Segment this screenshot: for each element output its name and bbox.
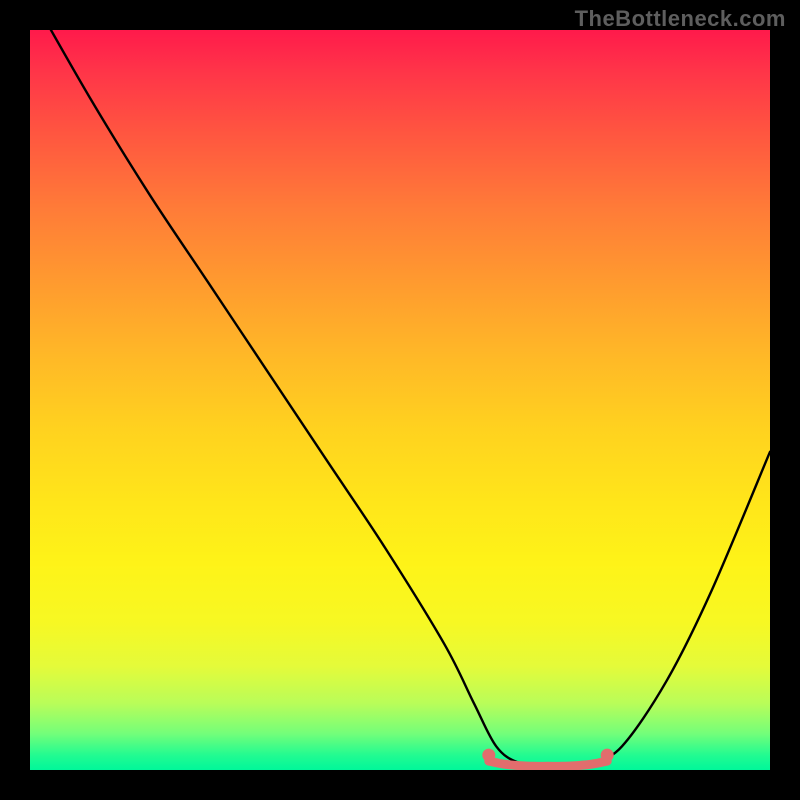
flat-start-dot [482,749,495,762]
stage: TheBottleneck.com [0,0,800,800]
chart-svg [30,30,770,770]
plot-area [30,30,770,770]
flat-end-dot [601,749,614,762]
flat-segment-highlight [489,761,607,766]
bottleneck-curve [30,30,770,767]
watermark-text: TheBottleneck.com [575,6,786,32]
flat-segment [482,749,613,767]
